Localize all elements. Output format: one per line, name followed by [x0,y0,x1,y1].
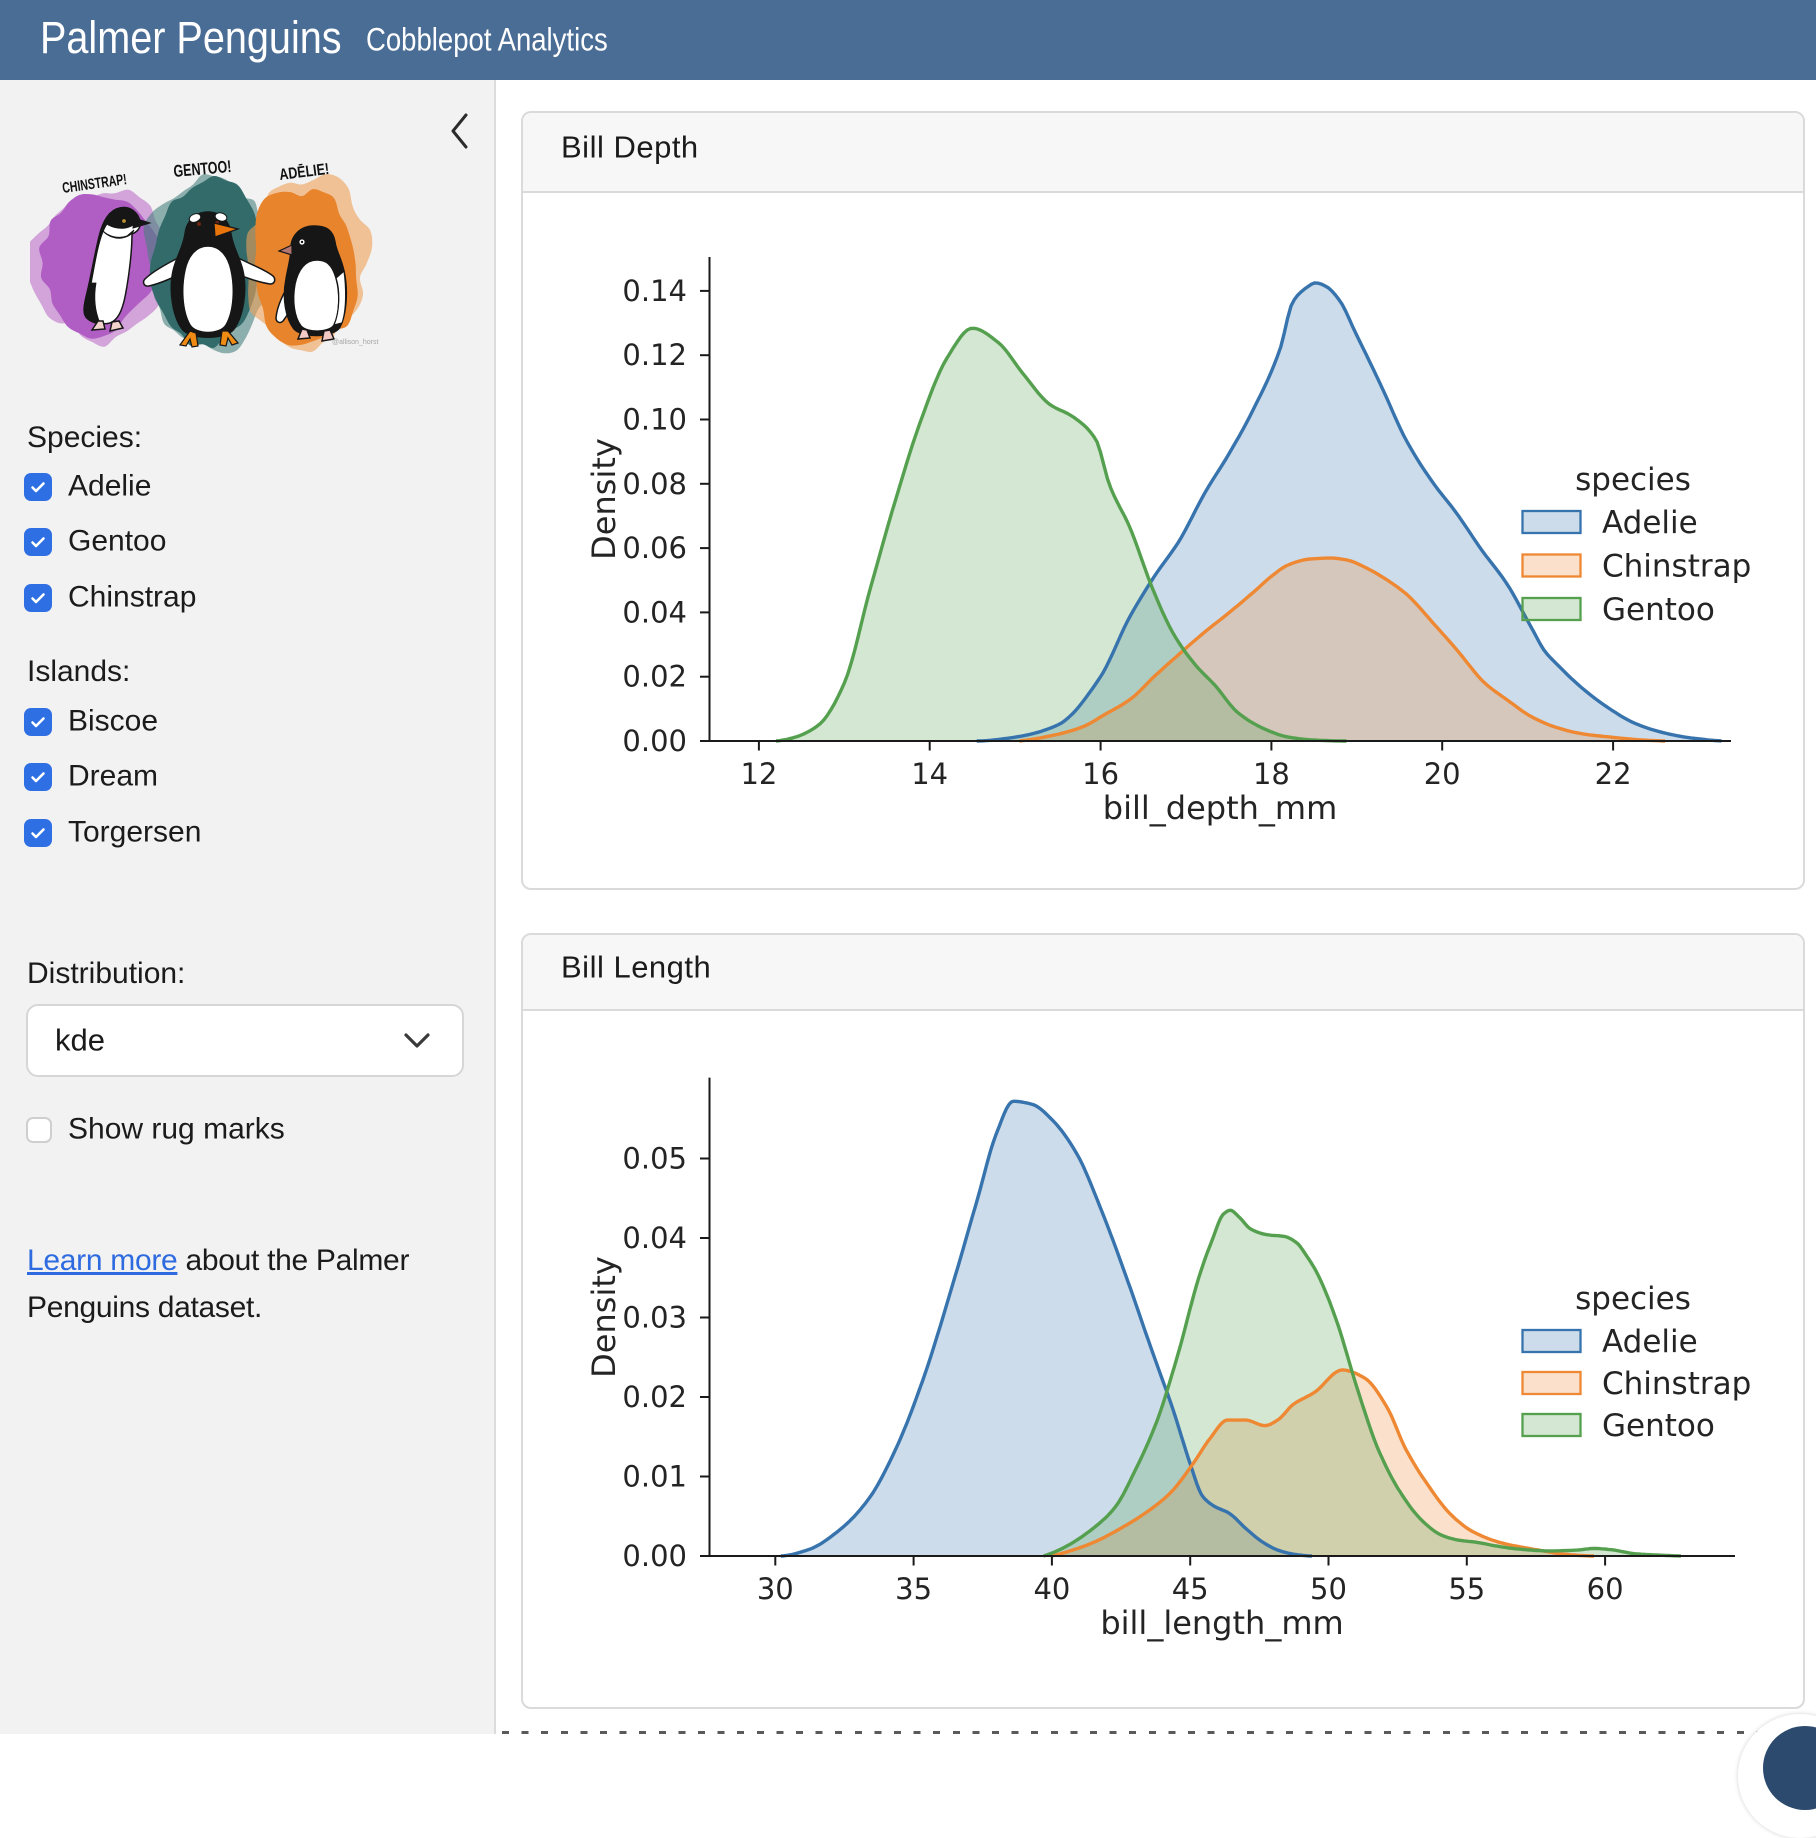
svg-text:50: 50 [1310,1572,1347,1606]
svg-text:bill_depth_mm: bill_depth_mm [1103,789,1337,827]
svg-text:0.12: 0.12 [622,338,687,372]
svg-text:Density: Density [585,438,623,560]
svg-text:@allison_horst: @allison_horst [332,339,378,346]
svg-text:Adelie: Adelie [1602,505,1698,541]
svg-text:0.04: 0.04 [622,595,687,629]
svg-text:0.02: 0.02 [622,1380,687,1414]
svg-text:16: 16 [1082,757,1119,791]
svg-text:0.00: 0.00 [622,724,687,758]
svg-text:0.06: 0.06 [622,531,687,565]
svg-text:Gentoo: Gentoo [1602,592,1715,628]
svg-text:0.04: 0.04 [622,1221,687,1255]
svg-text:0.00: 0.00 [622,1539,687,1573]
svg-text:20: 20 [1424,757,1461,791]
svg-text:22: 22 [1595,757,1632,791]
svg-text:species: species [1575,462,1691,498]
svg-text:0.14: 0.14 [622,274,687,308]
svg-text:14: 14 [911,757,948,791]
svg-text:bill_length_mm: bill_length_mm [1100,1604,1343,1642]
svg-text:Adelie: Adelie [1602,1324,1698,1360]
svg-text:0.05: 0.05 [622,1142,687,1176]
svg-text:0.02: 0.02 [622,660,687,694]
svg-text:GENTOO!: GENTOO! [173,159,232,181]
svg-text:Gentoo: Gentoo [1602,1408,1715,1444]
svg-text:0.10: 0.10 [622,403,687,437]
svg-text:60: 60 [1587,1572,1624,1606]
svg-text:45: 45 [1172,1572,1209,1606]
svg-text:Chinstrap: Chinstrap [1602,549,1751,585]
svg-text:0.03: 0.03 [622,1301,687,1335]
svg-text:40: 40 [1033,1572,1070,1606]
svg-text:0.01: 0.01 [622,1460,687,1494]
svg-text:Chinstrap: Chinstrap [1602,1366,1751,1402]
svg-text:35: 35 [895,1572,932,1606]
svg-text:30: 30 [757,1572,794,1606]
svg-text:species: species [1575,1281,1691,1317]
svg-text:12: 12 [740,757,777,791]
svg-text:Density: Density [585,1256,623,1378]
svg-text:0.08: 0.08 [622,467,687,501]
svg-text:55: 55 [1448,1572,1485,1606]
svg-text:18: 18 [1253,757,1290,791]
